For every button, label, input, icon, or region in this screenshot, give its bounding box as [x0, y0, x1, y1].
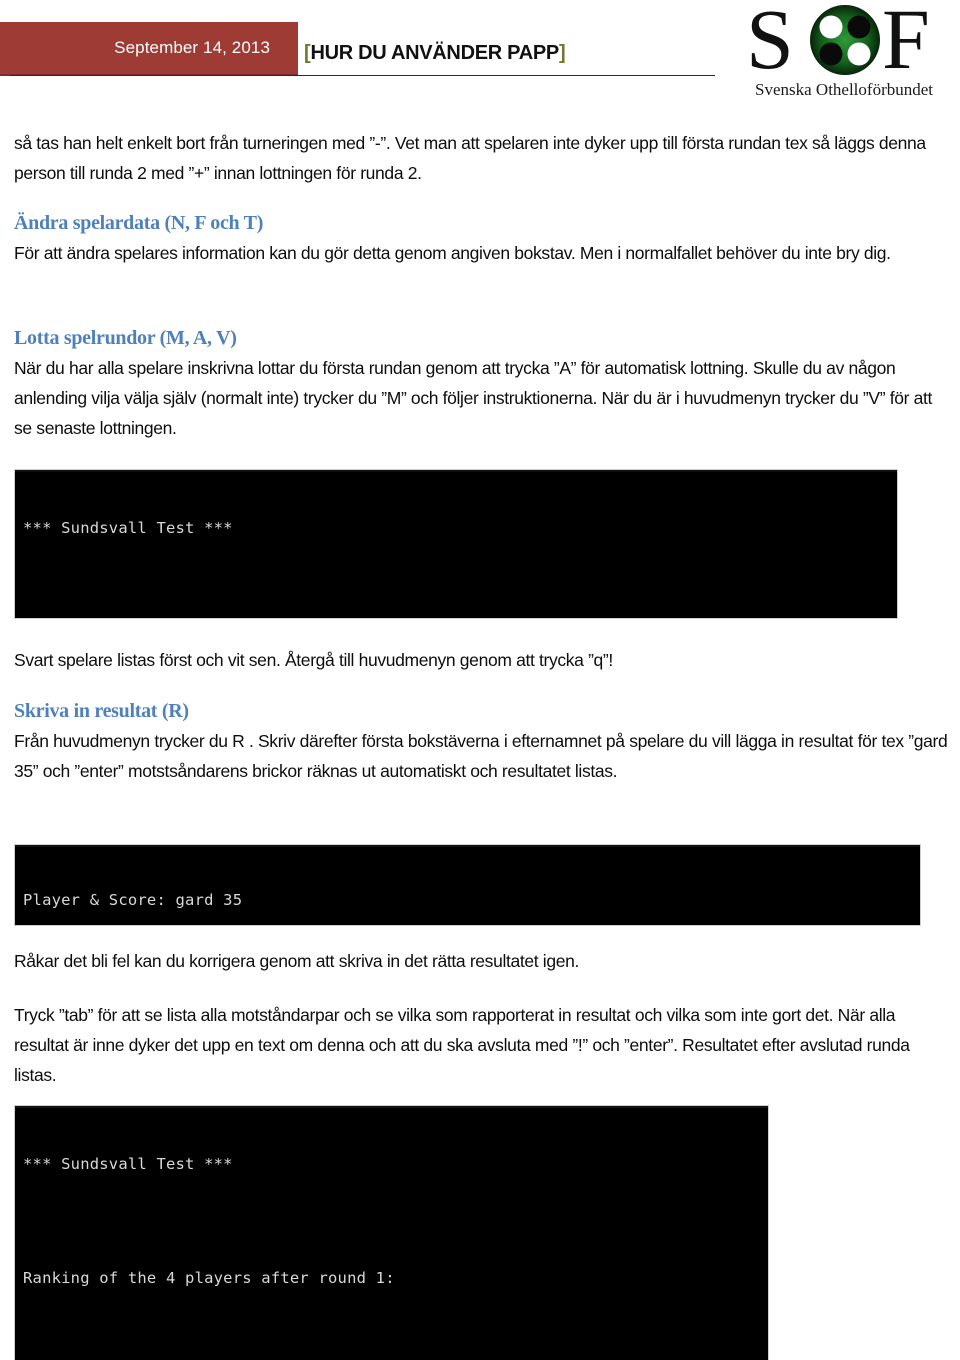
paragraph-skriva-in-resultat: Från huvudmenyn trycker du R . Skriv där…: [14, 731, 948, 781]
header-date: September 14, 2013: [114, 38, 270, 57]
bracket-close: ]: [558, 41, 566, 64]
heading-andra-spelardata: Ändra spelardata (N, F och T): [14, 212, 264, 234]
paragraph-andra-spelardata: För att ändra spelares information kan d…: [14, 243, 891, 263]
terminal-line: *** Sundsvall Test ***: [23, 519, 233, 537]
logo-letter-s: S: [746, 2, 794, 80]
terminal-line: Player & Score: gard 35: [23, 891, 243, 909]
paragraph-rakar-det-bli-fel: Råkar det bli fel kan du korrigera genom…: [14, 951, 580, 971]
othello-disc-white-1: [819, 15, 843, 39]
othello-disc-black-1: [847, 15, 871, 39]
terminal-line: Ranking of the 4 players after round 1:: [23, 1269, 395, 1287]
paragraph-lotta-spelrundor: När du har alla spelare inskrivna lottar…: [14, 358, 933, 438]
othello-disc-black-2: [819, 42, 843, 66]
heading-lotta-spelrundor: Lotta spelrundor (M, A, V): [14, 327, 237, 349]
intro-paragraph: så tas han helt enkelt bort från turneri…: [14, 133, 926, 183]
heading-skriva-in-resultat: Skriva in resultat (R): [14, 700, 189, 722]
othello-disc-white-2: [847, 42, 871, 66]
paragraph-svart-spelare: Svart spelare listas först och vit sen. …: [14, 650, 613, 670]
logo-letter-f: F: [882, 2, 930, 80]
header-divider: [10, 75, 715, 76]
terminal-result-screenshot: Player & Score: gard 35 ASPENRYD Henry (…: [15, 845, 920, 925]
terminal-line: *** Sundsvall Test ***: [23, 1155, 233, 1173]
othello-board-circle: [810, 5, 880, 75]
sof-logo-svg: S F: [746, 2, 930, 80]
sof-logo-mark: S F: [742, 2, 948, 80]
page-title: HUR DU ANVÄNDER PAPP: [310, 41, 559, 64]
paragraph-tryck-tab: Tryck ”tab” för att se lista alla motstå…: [14, 1005, 910, 1085]
sof-logo: S F Svenska Othelloförbundet: [736, 2, 952, 110]
logo-caption: Svenska Othelloförbundet: [755, 80, 933, 99]
header-title-block: [ HUR DU ANVÄNDER PAPP ]: [304, 36, 714, 70]
terminal-ranking-screenshot: *** Sundsvall Test *** Ranking of the 4 …: [15, 1106, 768, 1360]
terminal-pairings-screenshot: *** Sundsvall Test *** Pairings of round…: [15, 470, 897, 618]
